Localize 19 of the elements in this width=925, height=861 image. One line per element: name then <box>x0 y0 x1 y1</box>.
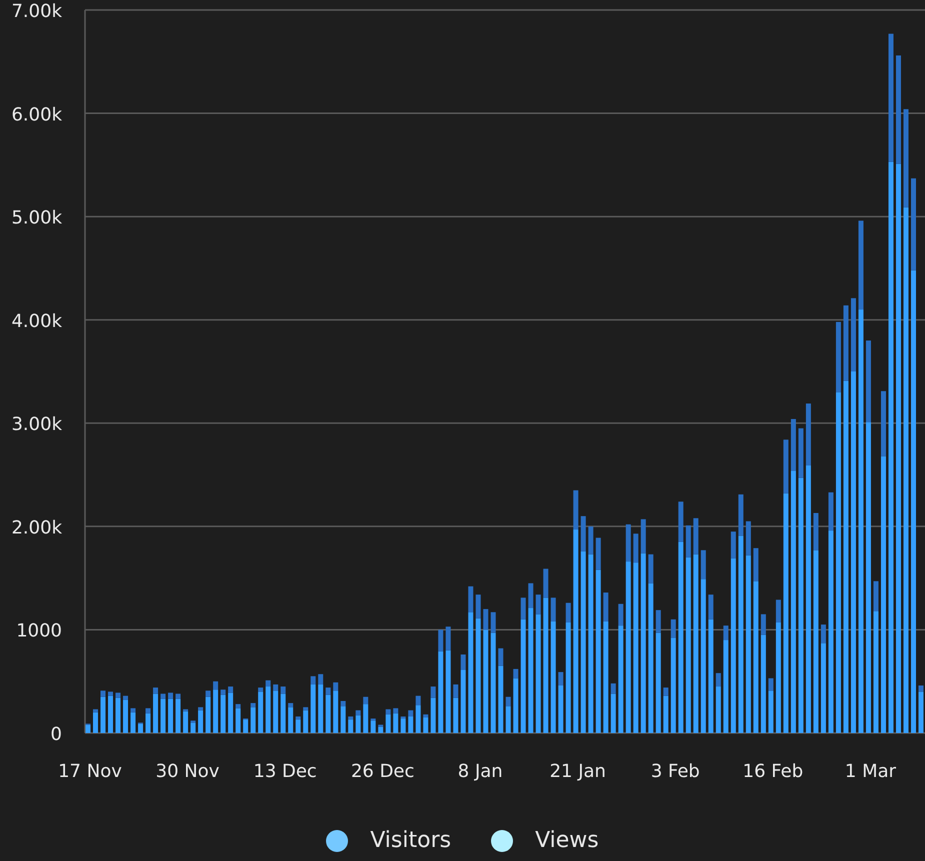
axis-label: 6.00k <box>11 104 62 126</box>
axis-label: 3 Feb <box>650 761 700 782</box>
axis-label: 1000 <box>16 620 62 642</box>
axis-label: 21 Jan <box>550 761 606 782</box>
axis-label: 13 Dec <box>253 761 317 782</box>
axis-label: 2.00k <box>11 517 62 538</box>
legend-label: Views <box>535 828 599 854</box>
axis-label: 26 Dec <box>350 761 414 782</box>
axis-label: 17 Nov <box>58 761 122 782</box>
axis-label: 8 Jan <box>458 761 503 782</box>
axis-label: 1 Mar <box>844 761 896 782</box>
axis-label: 0 <box>50 724 62 745</box>
legend-label: Visitors <box>370 828 452 854</box>
axis-label: 3.00k <box>11 414 62 436</box>
axis-label: 4.00k <box>11 310 62 332</box>
axis-label: 5.00k <box>11 208 62 229</box>
axis-label: 7.00k <box>11 1 62 22</box>
axis-label: 30 Nov <box>156 761 220 782</box>
axis-label: 16 Feb <box>742 761 804 782</box>
